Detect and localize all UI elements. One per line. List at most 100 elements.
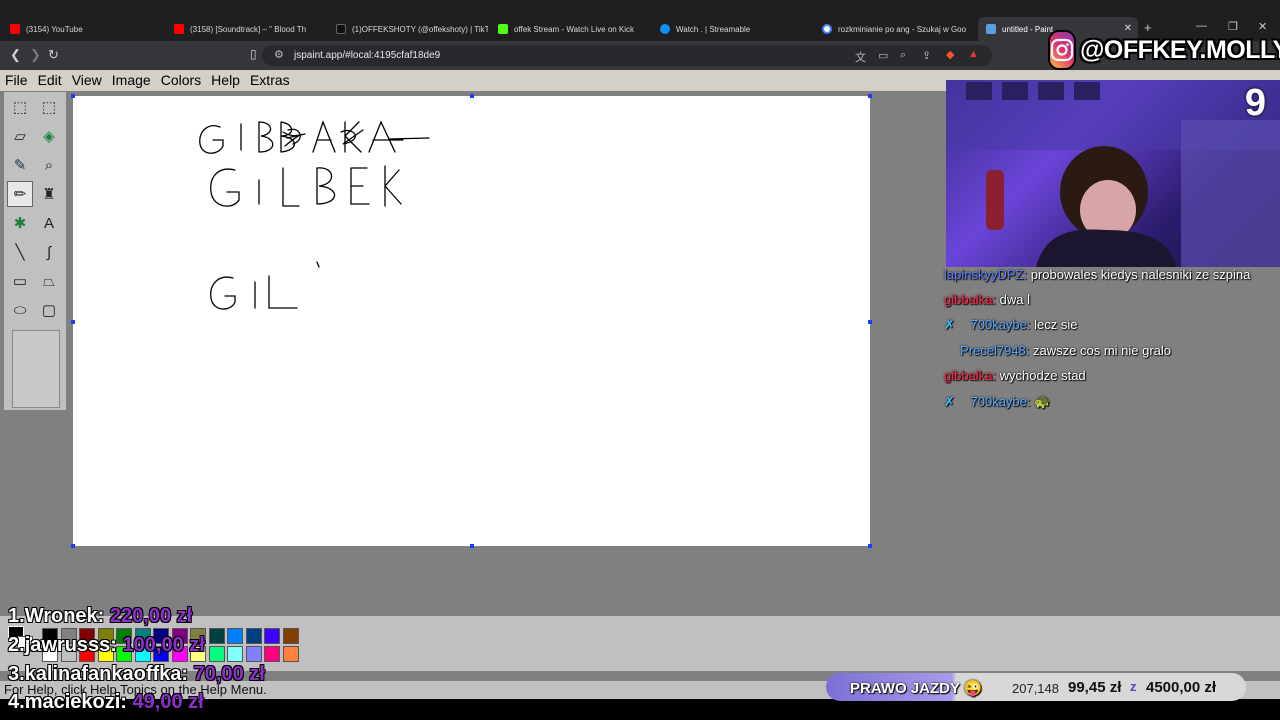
chat-username: 700kaybe: [970, 317, 1031, 332]
badge-icon: ✗ [944, 394, 959, 409]
chat-username: gibbalka: [944, 368, 997, 383]
handwriting-stroke [340, 121, 364, 153]
share-icon[interactable]: ⇪ [922, 49, 931, 62]
select-tool[interactable]: ⬚ [36, 94, 62, 120]
handwriting-stroke [316, 261, 320, 268]
resize-handle[interactable] [868, 94, 872, 98]
donation-amount: 49,00 zł [132, 691, 204, 713]
tab-tiktok[interactable]: (1)OFFEKSHOTY (@offekshoty) | TikT [328, 18, 488, 40]
handwriting-stroke [350, 167, 370, 205]
tab-label: (3154) YouTube [26, 24, 83, 34]
palette-swatch[interactable] [227, 628, 243, 644]
chat-message: Precel7948: zawsze cos mi nie gralo [960, 343, 1171, 358]
ellipse-tool[interactable]: ⬭ [7, 297, 33, 323]
menu-extras[interactable]: Extras [245, 70, 295, 91]
reload-icon[interactable]: ↻ [48, 47, 59, 63]
magnifier-tool[interactable]: ⌕ [36, 152, 62, 178]
goal-title: PRAWO JAZDY 😜 [850, 680, 983, 697]
palette-swatch[interactable] [264, 628, 280, 644]
resize-handle[interactable] [868, 320, 872, 324]
palette-swatch[interactable] [282, 646, 299, 662]
resize-handle[interactable] [868, 544, 872, 548]
palette-swatch[interactable] [282, 628, 299, 644]
instagram-handle: @OFFKEY.MOLLY [1080, 35, 1280, 64]
tab-label: (3158) [Soundtrack] – " Blood Th [190, 24, 307, 34]
curve-tool[interactable]: ∫ [36, 239, 62, 265]
goal-current-amount: 99,45 zł [1068, 679, 1122, 696]
donation-amount: 100,00 zł [122, 634, 205, 656]
webcam-scene [946, 80, 1280, 267]
brush-tool[interactable]: ♜ [36, 181, 62, 207]
palette-swatch[interactable] [264, 646, 280, 662]
rewards-icon[interactable]: ▲ [968, 48, 979, 60]
rectangle-tool[interactable]: ▭ [7, 268, 33, 294]
resize-handle[interactable] [71, 94, 75, 98]
tab-google-search[interactable]: rozkminianie po ang - Szukaj w Goo [814, 18, 974, 40]
instagram-icon [1048, 30, 1076, 70]
donation-rank: 3. [8, 663, 25, 685]
palette-swatch[interactable] [245, 646, 262, 662]
pencil-tool[interactable]: ✏ [7, 181, 33, 207]
forward-icon[interactable]: ❯ [30, 47, 41, 63]
goal-view-count: 207,148 [1012, 681, 1059, 696]
site-info-icon[interactable]: ⚙ [274, 45, 284, 66]
tool-options-box[interactable] [12, 330, 60, 408]
chat-text: lecz sie [1034, 317, 1078, 332]
chat-emote: 🐢 [1034, 394, 1051, 409]
google-icon [822, 24, 832, 34]
donor-name: Wronek: [24, 605, 105, 627]
pick-color-tool[interactable]: ✎ [7, 152, 33, 178]
drawing-canvas[interactable] [71, 94, 872, 548]
palette-swatch[interactable] [208, 628, 225, 644]
chat-username: 700kaybe: [970, 394, 1031, 409]
tab-soundtrack[interactable]: (3158) [Soundtrack] – " Blood Th [166, 18, 326, 40]
resize-handle[interactable] [71, 320, 75, 324]
free-form-select-tool[interactable]: ⬚ [7, 94, 33, 120]
tab-label: rozkminianie po ang - Szukaj w Goo [838, 24, 967, 34]
menu-colors[interactable]: Colors [156, 70, 206, 91]
chat-message: ✗ 700kaybe: 🐢 [944, 394, 1050, 410]
palette-swatch[interactable] [208, 646, 225, 662]
zloty-icon: z [1130, 679, 1137, 694]
resize-handle[interactable] [470, 544, 474, 548]
palette-swatch[interactable] [227, 646, 243, 662]
text-tool[interactable]: A [36, 210, 62, 236]
tiktok-icon [336, 24, 346, 34]
donation-entry: 2.jawrusss: 100,00 zł [8, 634, 205, 657]
menu-view[interactable]: View [67, 70, 107, 91]
webcam-feed: 9 [946, 80, 1280, 267]
handwriting-stroke [312, 120, 336, 153]
rounded-rectangle-tool[interactable]: ▢ [36, 297, 62, 323]
fill-tool[interactable]: ◈ [36, 123, 62, 149]
menu-file[interactable]: File [0, 70, 33, 91]
tab-kick[interactable]: offek Stream - Watch Live on Kick [490, 18, 650, 40]
handwriting-stroke [282, 167, 300, 207]
line-tool[interactable]: ╲ [7, 239, 33, 265]
eraser-tool[interactable]: ▱ [7, 123, 33, 149]
tab-label: (1)OFFEKSHOTY (@offekshoty) | TikT [352, 24, 488, 34]
polygon-tool[interactable]: ⏢ [36, 268, 62, 294]
url-text: jspaint.app/#local:4195cfaf18de9 [294, 50, 441, 61]
translate-icon[interactable]: 文 [855, 49, 866, 65]
brave-shield-icon[interactable]: ◆ [946, 48, 954, 61]
tab-youtube[interactable]: (3154) YouTube [2, 18, 167, 40]
cast-icon[interactable]: ▭ [878, 49, 888, 62]
zoom-icon[interactable]: ⌕ [900, 49, 906, 62]
menu-edit[interactable]: Edit [33, 70, 67, 91]
bookmark-icon[interactable]: ▯ [250, 47, 257, 61]
chat-username: lapinskyyDPZ: [944, 267, 1028, 282]
menu-help[interactable]: Help [206, 70, 245, 91]
handwriting-stroke [199, 125, 224, 154]
donation-rank: 1. [8, 605, 25, 627]
menu-image[interactable]: Image [107, 70, 156, 91]
palette-swatch[interactable] [245, 628, 262, 644]
chat-message: gibbalka: wychodze stad [944, 368, 1086, 383]
resize-handle[interactable] [71, 544, 75, 548]
chat-username: Precel7948: [960, 343, 1030, 358]
back-icon[interactable]: ❮ [10, 47, 21, 63]
resize-handle[interactable] [470, 94, 474, 98]
chat-username: gibbalka: [944, 292, 997, 307]
toolbox: ⬚ ⬚ ▱ ◈ ✎ ⌕ ✏ ♜ ✱ A ╲ ∫ ▭ ⏢ ⬭ ▢ [4, 92, 66, 410]
tab-streamable[interactable]: Watch . | Streamable [652, 18, 812, 40]
airbrush-tool[interactable]: ✱ [7, 210, 33, 236]
